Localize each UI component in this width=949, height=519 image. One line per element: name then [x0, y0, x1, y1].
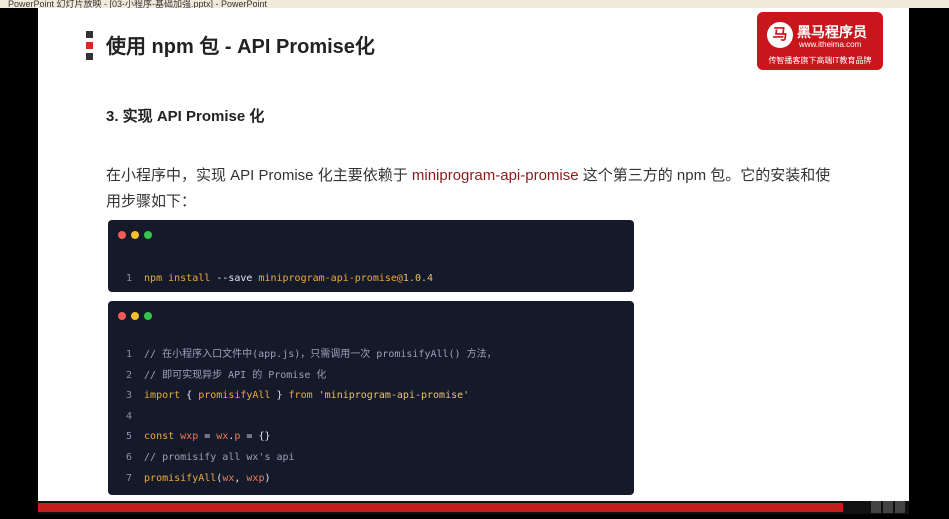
slide: 使用 npm 包 - API Promise化 马 黑马程序员 www.ithe…: [38, 8, 909, 501]
window-titlebar: PowerPoint 幻灯片放映 - [03-小程序-基础加强.pptx] - …: [0, 0, 949, 8]
code-line: 4: [126, 410, 133, 422]
window-title: PowerPoint 幻灯片放映 - [03-小程序-基础加强.pptx] - …: [8, 0, 268, 8]
slide-title: 使用 npm 包 - API Promise化: [106, 36, 375, 58]
logo-name: 黑马程序员: [797, 24, 867, 40]
prev-slide-icon[interactable]: [871, 501, 881, 513]
menu-icon[interactable]: [895, 501, 905, 513]
usage-code-block: 1 // 在小程序入口文件中(app.js)，只需调用一次 promisifyA…: [108, 301, 634, 495]
window-dots-icon: [118, 231, 157, 242]
code-line: 1 npm install --save miniprogram-api-pro…: [126, 273, 434, 284]
slideshow-controls: [869, 501, 905, 514]
logo-url: www.itheima.com: [799, 40, 862, 49]
title-marker-icon: [86, 31, 93, 64]
code-line: 3 import { promisifyAll } from 'miniprog…: [126, 390, 470, 402]
window-dots-icon: [118, 312, 157, 323]
code-line: 2 // 即可实现异步 API 的 Promise 化: [126, 369, 327, 381]
paragraph-text: 在小程序中，实现 API Promise 化主要依赖于: [106, 167, 412, 184]
code-line: 7 promisifyAll(wx, wxp): [126, 472, 271, 484]
slideshow-bar: [38, 501, 909, 514]
logo-slogan: 传智播客旗下高端IT教育品牌: [768, 56, 872, 65]
logo-mascot-icon: 马: [767, 22, 793, 48]
next-slide-icon[interactable]: [883, 501, 893, 513]
section-heading: 3. 实现 API Promise 化: [106, 108, 265, 125]
code-line: 5 const wxp = wx.p = {}: [126, 431, 271, 443]
slideshow-progress-bar: [38, 503, 844, 512]
install-code-block: 1 npm install --save miniprogram-api-pro…: [108, 220, 634, 292]
package-name: miniprogram-api-promise: [411, 167, 579, 184]
brand-logo: 马 黑马程序员 www.itheima.com 传智播客旗下高端IT教育品牌: [757, 12, 883, 70]
intro-paragraph: 在小程序中，实现 API Promise 化主要依赖于 miniprogram-…: [106, 163, 831, 215]
code-line: 1 // 在小程序入口文件中(app.js)，只需调用一次 promisifyA…: [126, 349, 497, 360]
